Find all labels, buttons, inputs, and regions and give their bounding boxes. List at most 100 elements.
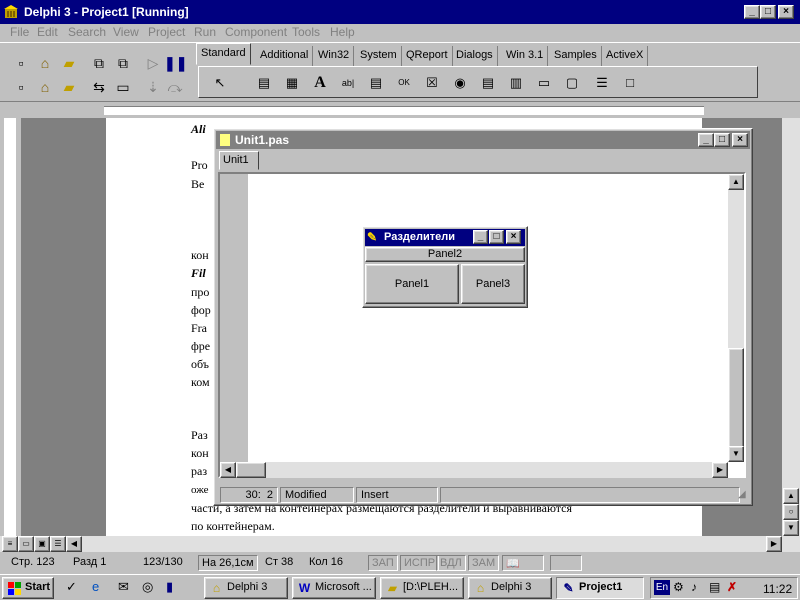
tab-qreport[interactable]: QReport <box>402 46 453 66</box>
scrollbar-icon[interactable]: ▭ <box>533 72 555 94</box>
editor-maximize-button[interactable]: □ <box>714 133 730 147</box>
scroll-left-icon[interactable]: ◀ <box>66 536 82 552</box>
vertical-ruler[interactable] <box>0 118 22 536</box>
online-view-icon[interactable]: ▭ <box>18 536 34 552</box>
tab-samples[interactable]: Samples <box>550 46 602 66</box>
new-form-icon[interactable]: ▭ <box>112 77 134 97</box>
scroll-down-icon[interactable]: ▼ <box>728 446 744 462</box>
editor-vertical-scrollbar[interactable]: ▲ ▼ <box>728 174 744 462</box>
memo-icon[interactable]: ▤ <box>365 72 387 94</box>
menu-component[interactable]: Component <box>225 25 287 39</box>
view-unit-icon[interactable]: ⧉ <box>88 53 110 73</box>
scroll-left-icon[interactable]: ◀ <box>220 462 236 478</box>
volume-icon[interactable]: ♪ <box>691 580 697 594</box>
editor-gutter[interactable] <box>220 174 248 462</box>
task-delphi3-a[interactable]: ⌂ Delphi 3 <box>204 577 288 599</box>
menu-tools[interactable]: Tools <box>292 25 320 39</box>
size-grip-icon[interactable]: ◢ <box>738 490 748 500</box>
scroll-right-icon[interactable]: ▶ <box>712 462 728 478</box>
checkbox-icon[interactable]: ☒ <box>421 72 443 94</box>
edit-icon[interactable]: ab| <box>337 72 359 94</box>
label-icon[interactable]: A <box>309 72 331 94</box>
toggle-form-unit-icon[interactable]: ⇆ <box>88 77 110 97</box>
ide-titlebar[interactable]: Delphi 3 - Project1 [Running] _ □ × <box>0 0 800 24</box>
document-horizontal-scrollbar[interactable]: ≡ ▭ ▣ ☰ ◀ ▶ <box>0 536 800 552</box>
listbox-icon[interactable]: ▤ <box>477 72 499 94</box>
save-all-icon[interactable]: ⌂ <box>34 77 56 97</box>
spelling-status-icon[interactable]: 📖 <box>502 555 544 571</box>
form-titlebar[interactable]: ✎ Разделители _ □ × <box>365 229 525 246</box>
close-button[interactable]: × <box>778 5 794 19</box>
form-minimize-button[interactable]: _ <box>473 230 488 244</box>
task-folder[interactable]: ▰ [D:\PLEH... <box>380 577 464 599</box>
lang-indicator[interactable]: En <box>654 580 670 595</box>
tab-standard[interactable]: Standard <box>196 43 251 65</box>
view-form-icon[interactable]: ⧉ <box>112 53 134 73</box>
code-editor[interactable] <box>218 172 746 478</box>
tab-system[interactable]: System <box>356 46 402 66</box>
horizontal-ruler[interactable] <box>0 104 800 118</box>
books-icon[interactable]: ▮ <box>166 579 184 597</box>
tab-dialogs[interactable]: Dialogs <box>452 46 498 66</box>
tab-win31[interactable]: Win 3.1 <box>502 46 549 66</box>
open-icon[interactable]: ▰ <box>58 53 80 73</box>
outline-view-icon[interactable]: ☰ <box>50 536 66 552</box>
prev-page-icon[interactable]: ▲ <box>783 488 799 504</box>
editor-titlebar[interactable]: Unit1.pas _ □ × <box>216 131 750 149</box>
status-ext[interactable]: ВДЛ <box>436 555 466 571</box>
status-ovr[interactable]: ЗАМ <box>468 555 500 571</box>
run-icon[interactable]: ▷ <box>142 53 164 73</box>
menu-help[interactable]: Help <box>330 25 355 39</box>
next-page-icon[interactable]: ▼ <box>783 520 799 536</box>
button-icon[interactable]: OK <box>393 72 415 94</box>
maximize-button[interactable]: □ <box>760 5 776 19</box>
outlook-icon[interactable]: ✉ <box>118 579 136 597</box>
menu-edit[interactable]: Edit <box>37 25 58 39</box>
popupmenu-icon[interactable]: ▦ <box>281 72 303 94</box>
normal-view-icon[interactable]: ≡ <box>2 536 18 552</box>
desktop-icon[interactable]: ✓ <box>66 579 84 597</box>
editor-vscroll-thumb[interactable] <box>728 348 744 448</box>
pause-icon[interactable]: ❚❚ <box>164 53 187 73</box>
step-over-icon[interactable]: ⤼ <box>164 77 186 97</box>
form-maximize-button[interactable]: □ <box>489 230 504 244</box>
panel-icon[interactable]: □ <box>619 72 641 94</box>
clock[interactable]: 11:22 <box>763 582 792 596</box>
antivirus-icon[interactable]: ✗ <box>727 580 737 594</box>
radiobutton-icon[interactable]: ◉ <box>449 72 471 94</box>
browse-object-icon[interactable]: ○ <box>783 504 799 520</box>
editor-minimize-button[interactable]: _ <box>698 133 714 147</box>
minimize-button[interactable]: _ <box>744 5 760 19</box>
radiogroup-icon[interactable]: ☰ <box>591 72 613 94</box>
start-button[interactable]: Start <box>2 577 54 599</box>
mainmenu-icon[interactable]: ▤ <box>253 72 275 94</box>
tab-additional[interactable]: Additional <box>256 46 314 66</box>
new-icon[interactable]: ▫ <box>10 53 32 73</box>
menu-view[interactable]: View <box>113 25 139 39</box>
combobox-icon[interactable]: ▥ <box>505 72 527 94</box>
document-vertical-scrollbar[interactable]: ▲ ○ ▼ <box>782 118 800 536</box>
scroll-right-icon[interactable]: ▶ <box>766 536 782 552</box>
page-view-icon[interactable]: ▣ <box>34 536 50 552</box>
tab-win32[interactable]: Win32 <box>314 46 355 66</box>
editor-hscroll-thumb[interactable] <box>236 462 266 478</box>
tray-icon[interactable]: ⚙ <box>673 580 684 594</box>
task-project1[interactable]: ✎ Project1 <box>556 577 644 599</box>
groupbox-icon[interactable]: ▢ <box>561 72 583 94</box>
menu-search[interactable]: Search <box>68 25 106 39</box>
ie-icon[interactable]: e <box>92 579 110 597</box>
save-icon[interactable]: ▫ <box>10 77 32 97</box>
status-rec[interactable]: ЗАП <box>368 555 398 571</box>
network-icon[interactable]: ▤ <box>709 580 720 594</box>
task-microsoft[interactable]: W Microsoft ... <box>292 577 376 599</box>
menu-run[interactable]: Run <box>194 25 216 39</box>
pointer-icon[interactable]: ↖ <box>209 72 231 94</box>
tab-activex[interactable]: ActiveX <box>602 46 649 66</box>
scroll-up-icon[interactable]: ▲ <box>728 174 744 190</box>
menu-file[interactable]: File <box>10 25 29 39</box>
open-project-icon[interactable]: ⌂ <box>34 53 56 73</box>
task-delphi3-b[interactable]: ⌂ Delphi 3 <box>468 577 552 599</box>
menu-project[interactable]: Project <box>148 25 185 39</box>
trace-into-icon[interactable]: ⇣ <box>142 77 164 97</box>
status-trk[interactable]: ИСПР <box>400 555 440 571</box>
